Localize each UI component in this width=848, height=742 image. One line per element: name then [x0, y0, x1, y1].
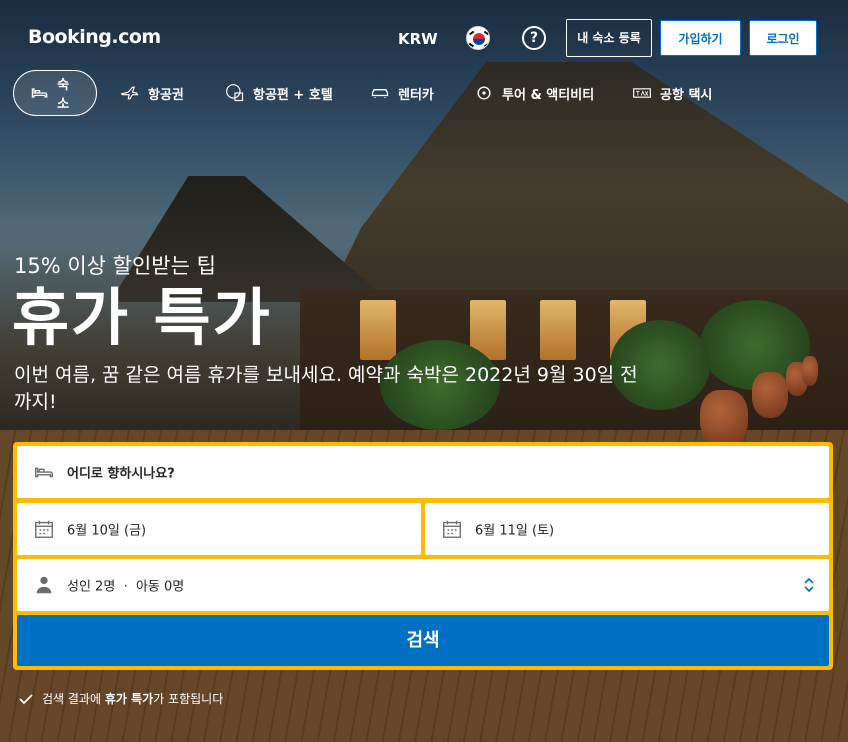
hero-headline: 휴가 특가	[12, 281, 272, 354]
checkin-date: 6월 10일 (금)	[67, 523, 147, 539]
signup-button[interactable]: 가입하기	[660, 20, 741, 56]
top-header: Booking.com KRW ? 내 숙소 등록 가입하기 로그인	[0, 0, 848, 70]
korea-flag-icon[interactable]	[466, 26, 490, 50]
note-bold: 휴가 특가	[104, 692, 154, 706]
currency-selector[interactable]: KRW	[398, 30, 438, 48]
deals-note: 검색 결과에 휴가 특가가 포함됩니다	[18, 690, 223, 707]
guests-selector[interactable]: 성인 2명 · 아동 0명	[17, 559, 829, 611]
note-pre: 검색 결과에	[42, 692, 102, 706]
flower-pot	[752, 372, 788, 418]
lit-window	[540, 300, 576, 360]
tab-label: 렌터카	[398, 87, 434, 103]
search-button[interactable]: 검색	[17, 615, 829, 666]
tab-label: 투어 & 액티비티	[502, 87, 595, 103]
plane-icon	[120, 86, 139, 100]
bed-icon	[31, 88, 48, 98]
tab-attractions[interactable]: 투어 & 액티비티	[474, 70, 594, 116]
flower-pot	[700, 390, 748, 448]
list-property-button[interactable]: 내 숙소 등록	[566, 19, 652, 57]
check-icon	[19, 693, 33, 704]
up-down-chevron-icon	[804, 577, 814, 593]
hero-subline: 이번 여름, 꿈 같은 여름 휴가를 보내세요. 예약과 숙박은 2022년 9…	[14, 364, 638, 413]
tab-label: 항공편 + 호텔	[253, 87, 333, 103]
calendar-icon	[35, 520, 53, 538]
flower-pot	[802, 356, 818, 386]
product-nav: 숙소 항공권 항공편 + 호텔 렌터카 투어 & 액티비티 공항 택시	[0, 70, 848, 116]
note-post: 가 포함됩니다	[153, 692, 224, 706]
plane-hotel-icon	[226, 84, 244, 102]
children-count: 아동 0명	[135, 579, 185, 595]
tab-stays[interactable]: 숙소	[13, 70, 97, 116]
bed-icon	[35, 467, 53, 478]
destination-placeholder: 어디로 향하시나요?	[67, 466, 175, 482]
tab-airport-taxis[interactable]: 공항 택시	[632, 70, 712, 116]
tab-flight-hotel[interactable]: 항공편 + 호텔	[225, 70, 333, 116]
car-icon	[371, 89, 389, 98]
lit-window	[360, 300, 396, 360]
calendar-icon	[443, 520, 461, 538]
tab-car-rentals[interactable]: 렌터카	[370, 70, 434, 116]
checkout-date: 6월 11일 (토)	[475, 523, 555, 539]
adults-count: 성인 2명	[67, 579, 116, 595]
tab-label: 공항 택시	[660, 87, 713, 103]
note-text: 검색 결과에 휴가 특가가 포함됩니다	[42, 690, 223, 707]
hero-kicker: 15% 이상 할인받는 팁	[14, 254, 216, 278]
destination-input[interactable]: 어디로 향하시나요?	[17, 446, 829, 498]
tab-label: 항공권	[148, 87, 184, 103]
checkout-date-field[interactable]: 6월 11일 (토)	[425, 503, 829, 555]
login-button[interactable]: 로그인	[749, 20, 817, 56]
search-box: 어디로 향하시나요? 6월 10일 (금) 6월 11일 (토) 성인 2명 ·…	[13, 442, 833, 670]
tab-flights[interactable]: 항공권	[120, 70, 184, 116]
checkin-date-field[interactable]: 6월 10일 (금)	[17, 503, 421, 555]
guests-summary: 성인 2명 · 아동 0명	[67, 576, 184, 595]
booking-logo[interactable]: Booking.com	[28, 26, 161, 48]
guests-separator: ·	[123, 579, 128, 595]
attractions-icon	[477, 86, 491, 100]
taxi-icon	[633, 88, 651, 98]
help-icon[interactable]: ?	[522, 26, 546, 50]
person-icon	[36, 576, 52, 594]
tab-label: 숙소	[57, 78, 70, 112]
